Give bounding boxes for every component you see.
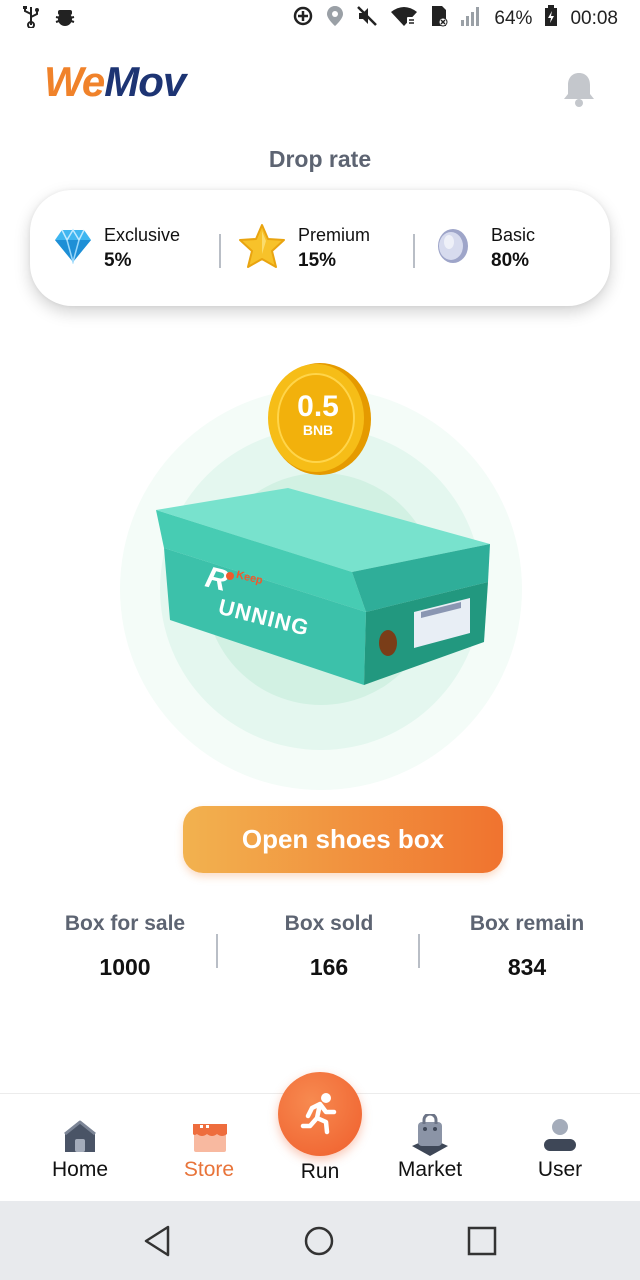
run-button[interactable] xyxy=(278,1072,362,1156)
bug-icon xyxy=(54,7,76,32)
wifi-icon xyxy=(390,5,418,33)
shopping-bag-icon xyxy=(412,1114,448,1156)
tier-name: Exclusive xyxy=(104,224,181,245)
open-shoes-box-button[interactable]: Open shoes box xyxy=(183,806,503,873)
home-circle-icon[interactable] xyxy=(303,1225,335,1257)
tier-name: Premium xyxy=(298,224,371,245)
divider xyxy=(413,234,415,268)
tier-value: 5% xyxy=(104,249,132,271)
stat-box-remain: Box remain 834 xyxy=(427,912,627,981)
stat-label: Box for sale xyxy=(64,912,186,935)
status-bar: 64% 00:08 xyxy=(0,0,640,38)
coin-currency: BNB xyxy=(302,422,334,438)
stat-value: 834 xyxy=(507,954,547,980)
diamond-icon xyxy=(54,228,92,269)
location-icon xyxy=(326,5,344,33)
stat-value: 1000 xyxy=(99,954,151,980)
stat-label: Box remain xyxy=(469,912,585,935)
coin-price: 0.5 BNB xyxy=(266,390,370,439)
nav-market[interactable]: Market xyxy=(375,1094,485,1202)
logo-we: We xyxy=(44,58,105,105)
nav-user[interactable]: User xyxy=(505,1094,615,1202)
usb-icon xyxy=(22,6,40,33)
drop-rate-card: Exclusive 5% Premium 15% Basic 80% xyxy=(30,190,610,306)
coin-amount: 0.5 xyxy=(297,390,339,423)
stat-box-for-sale: Box for sale 1000 xyxy=(25,912,225,981)
mute-icon xyxy=(356,5,378,33)
back-icon[interactable] xyxy=(143,1225,171,1257)
nav-label: User xyxy=(537,1158,583,1181)
nav-run-label: Run xyxy=(300,1160,340,1183)
drop-rate-title: Drop rate xyxy=(268,146,372,172)
nav-label: Home xyxy=(51,1158,109,1181)
battery-icon xyxy=(544,5,558,33)
nav-store[interactable]: Store xyxy=(154,1094,264,1202)
tier-exclusive: Exclusive 5% xyxy=(54,190,180,306)
system-nav-bar xyxy=(0,1201,640,1280)
tier-value: 15% xyxy=(298,249,337,271)
divider xyxy=(219,234,221,268)
nav-label: Market xyxy=(397,1158,463,1181)
star-icon xyxy=(238,223,286,274)
notification-bell-icon[interactable] xyxy=(560,70,598,108)
clock: 00:08 xyxy=(570,8,618,29)
tier-name: Basic xyxy=(491,224,536,245)
home-icon xyxy=(64,1120,96,1152)
logo-mov: Mov xyxy=(104,58,186,105)
tier-basic: Basic 80% xyxy=(435,190,535,306)
signal-icon xyxy=(460,6,482,32)
tier-premium: Premium 15% xyxy=(238,190,370,306)
battery-percent: 64% xyxy=(494,8,533,29)
app-logo: WeMov xyxy=(44,58,186,106)
store-icon xyxy=(193,1124,227,1152)
silver-coin-icon xyxy=(435,227,471,270)
stat-box-sold: Box sold 166 xyxy=(229,912,429,981)
divider xyxy=(418,934,420,968)
tier-value: 80% xyxy=(491,249,530,271)
divider xyxy=(216,934,218,968)
nav-label: Store xyxy=(183,1158,235,1181)
stat-value: 166 xyxy=(309,954,349,980)
nav-home[interactable]: Home xyxy=(25,1094,135,1202)
stat-label: Box sold xyxy=(284,912,374,935)
runner-icon xyxy=(300,1093,337,1135)
data-saver-icon xyxy=(292,5,314,33)
user-icon xyxy=(544,1119,576,1151)
sim-icon xyxy=(430,5,448,33)
recents-icon[interactable] xyxy=(467,1226,497,1256)
